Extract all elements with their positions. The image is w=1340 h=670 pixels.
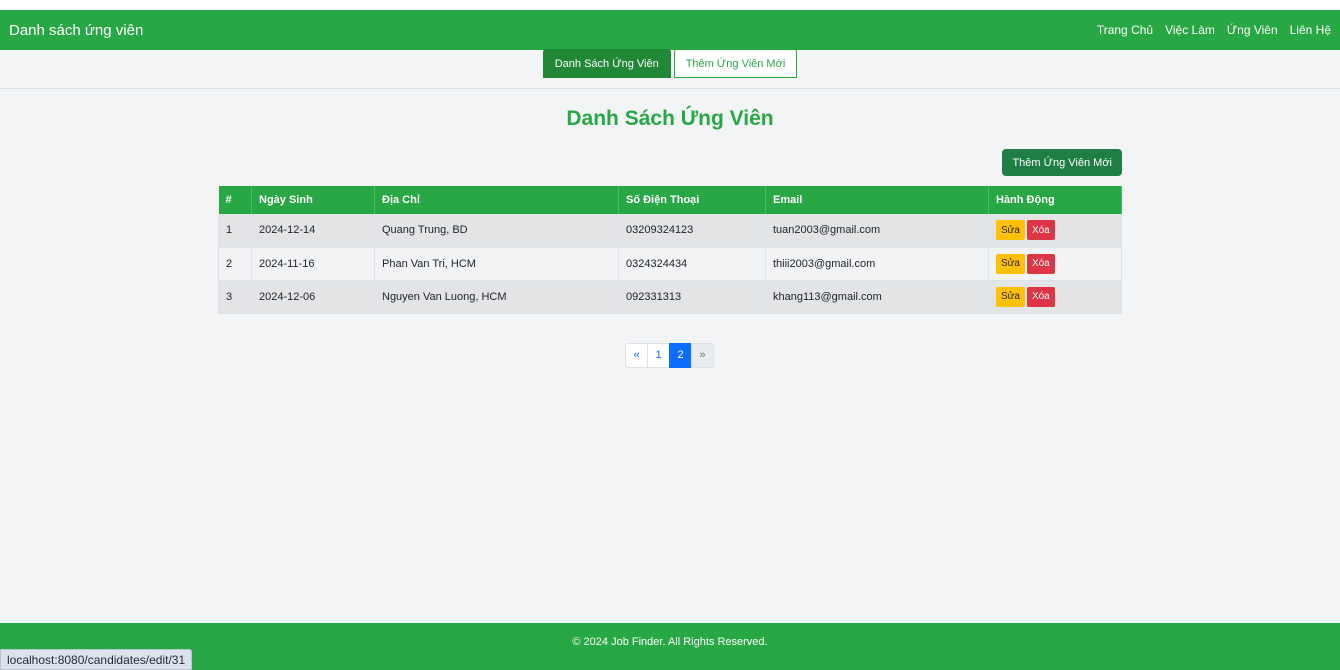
cell-dob: 2024-11-16 [251,247,375,281]
cell-address: Quang Trung, BD [374,214,619,248]
edit-button[interactable]: Sửa [996,220,1025,241]
tab-candidate-list[interactable]: Danh Sách Ứng Viên [542,49,671,78]
page-title: Danh Sách Ứng Viên [566,107,774,130]
add-button-row: Thêm Ứng Viên Mới [218,149,1122,176]
cell-number: 1 [218,214,252,248]
table-header-row: # Ngày Sinh Địa Chỉ Số Điện Thoại Email … [218,186,1122,214]
footer: © 2024 Job Finder. All Rights Reserved. [0,623,1340,670]
edit-button[interactable]: Sửa [996,286,1025,307]
add-candidate-button[interactable]: Thêm Ứng Viên Mới [1002,149,1122,176]
cell-actions: Sửa Xóa [988,280,1122,314]
header-dob: Ngày Sinh [251,186,375,214]
nav-link-candidates[interactable]: Ứng Viên [1227,23,1278,37]
cell-phone: 03209324123 [618,214,766,248]
edit-button[interactable]: Sửa [996,253,1025,274]
footer-text: © 2024 Job Finder. All Rights Reserved. [572,636,768,648]
cell-phone: 092331313 [618,280,766,314]
cell-actions: Sửa Xóa [988,247,1122,281]
table-row: 1 2024-12-14 Quang Trung, BD 03209324123… [218,214,1122,248]
tab-add-candidate[interactable]: Thêm Ứng Viên Mới [673,49,798,78]
header-number: # [218,186,252,214]
cell-email: tuan2003@gmail.com [765,214,989,248]
header-email: Email [765,186,989,214]
candidates-table: # Ngày Sinh Địa Chỉ Số Điện Thoại Email … [218,186,1122,314]
cell-dob: 2024-12-14 [251,214,375,248]
cell-number: 2 [218,247,252,281]
cell-dob: 2024-12-06 [251,280,375,314]
cell-number: 3 [218,280,252,314]
pagination-prev[interactable]: « [625,342,648,368]
cell-email: khang113@gmail.com [765,280,989,314]
navbar: Danh sách ứng viên Trang Chủ Việc Làm Ứn… [0,10,1340,50]
nav-link-home[interactable]: Trang Chủ [1097,23,1153,37]
nav-links: Trang Chủ Việc Làm Ứng Viên Liên Hệ [1097,23,1331,37]
table-row: 3 2024-12-06 Nguyen Van Luong, HCM 09233… [218,280,1122,314]
browser-top-strip [0,0,1340,10]
main-container: Thêm Ứng Viên Mới # Ngày Sinh Địa Chỉ Số… [218,149,1122,368]
cell-email: thiii2003@gmail.com [765,247,989,281]
header-phone: Số Điện Thoại [618,186,766,214]
delete-button[interactable]: Xóa [1026,220,1055,241]
status-bar-url: localhost:8080/candidates/edit/31 [0,649,193,670]
nav-link-contact[interactable]: Liên Hệ [1290,23,1331,37]
delete-button[interactable]: Xóa [1026,286,1055,307]
navbar-brand[interactable]: Danh sách ứng viên [9,22,143,39]
nav-link-jobs[interactable]: Việc Làm [1165,23,1215,37]
header-actions: Hành Động [988,186,1122,214]
cell-address: Phan Van Tri, HCM [374,247,619,281]
pagination-page-1[interactable]: 1 [647,342,670,368]
pagination-page-2[interactable]: 2 [669,342,692,368]
table-row: 2 2024-11-16 Phan Van Tri, HCM 032432443… [218,247,1122,281]
cell-phone: 0324324434 [618,247,766,281]
header-address: Địa Chỉ [374,186,619,214]
cell-address: Nguyen Van Luong, HCM [374,280,619,314]
tab-bar: Danh Sách Ứng Viên Thêm Ứng Viên Mới [0,49,1340,89]
delete-button[interactable]: Xóa [1026,253,1055,274]
pagination-next[interactable]: » [691,342,714,368]
pagination: « 1 2 » [218,342,1122,368]
cell-actions: Sửa Xóa [988,214,1122,248]
